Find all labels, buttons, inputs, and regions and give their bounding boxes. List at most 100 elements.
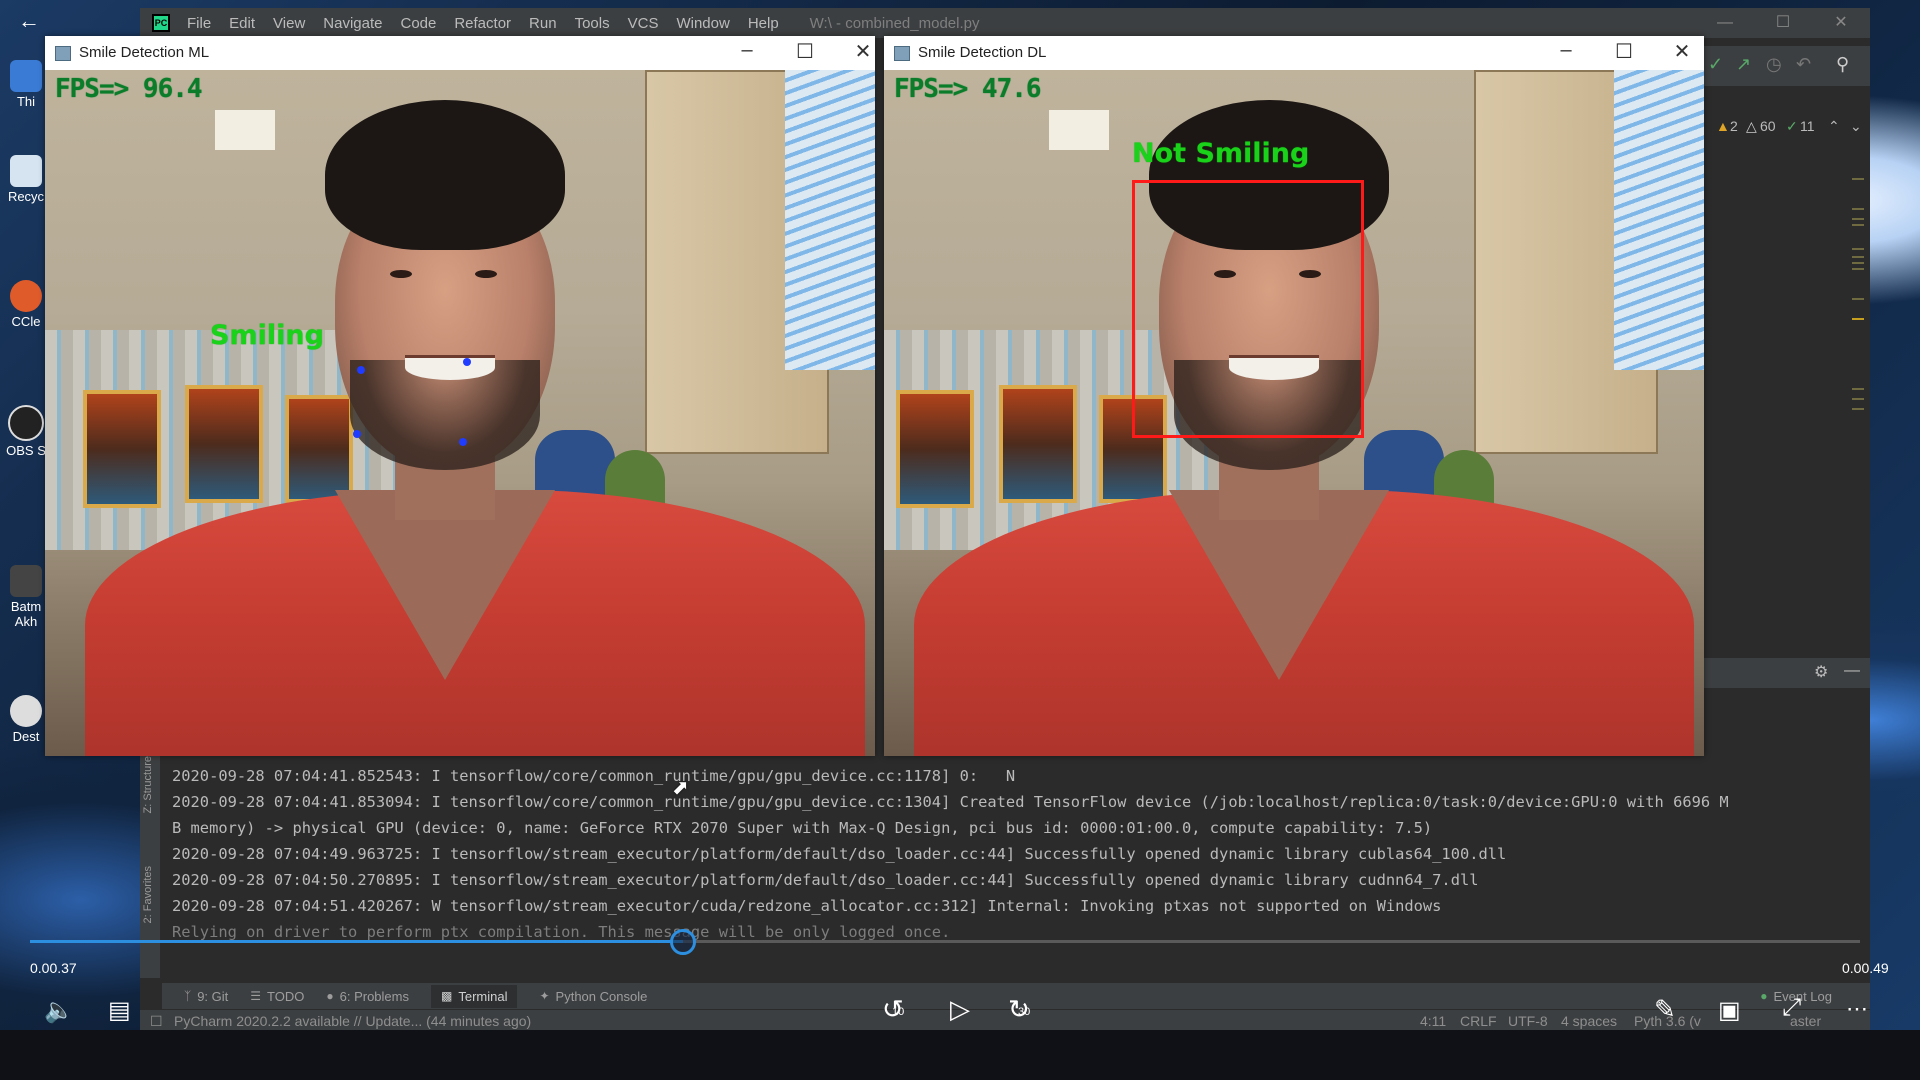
inspection-widget[interactable]: ▲ 2 △ 60 ✓ 11 ⌃ ⌄ xyxy=(1700,118,1870,140)
tab-label: TODO xyxy=(267,988,305,1004)
window-title: Smile Detection DL xyxy=(918,44,1047,61)
desktop-icon-label: Batm Akh xyxy=(10,599,42,629)
pycharm-logo-icon: PC xyxy=(152,14,170,32)
status-checkbox-icon[interactable]: ☐ xyxy=(150,1013,163,1030)
editor-error-stripe[interactable] xyxy=(1852,148,1864,618)
typo-count: 11 xyxy=(1800,118,1815,134)
menu-tools[interactable]: Tools xyxy=(566,15,619,32)
tab-label: Terminal xyxy=(458,988,508,1004)
favorites-tab[interactable]: 2: Favorites xyxy=(142,866,154,923)
update-message[interactable]: PyCharm 2020.2.2 available // Update... … xyxy=(174,1013,531,1029)
console-line: 2020-09-28 07:04:41.852543: I tensorflow… xyxy=(172,767,1016,785)
gear-icon[interactable]: ⚙ xyxy=(1814,662,1828,682)
chevron-up-icon[interactable]: ⌃ xyxy=(1828,118,1840,135)
tab-label: Python Console xyxy=(555,988,648,1004)
close-icon[interactable]: ✕ xyxy=(1662,39,1702,64)
eye xyxy=(390,270,412,278)
maximize-icon[interactable]: ☐ xyxy=(1754,8,1812,38)
menu-view[interactable]: View xyxy=(264,15,314,32)
smile-label: Smiling xyxy=(210,320,324,351)
left-tool-strip: Z: Structure 2: Favorites xyxy=(140,748,160,978)
eye xyxy=(475,270,497,278)
smile-mouth xyxy=(405,355,495,380)
chevron-down-icon[interactable]: ⌄ xyxy=(1850,118,1862,135)
indent-setting[interactable]: 4 spaces xyxy=(1561,1013,1617,1029)
exit-fullscreen-icon[interactable]: ⤢ xyxy=(1782,994,1801,1022)
tab-git[interactable]: ᛉ 9: Git xyxy=(184,989,228,1004)
window-app-icon xyxy=(894,46,910,61)
line-separator[interactable]: CRLF xyxy=(1460,1013,1497,1029)
window-title-path: W:\ - combined_model.py xyxy=(809,14,980,32)
menu-refactor[interactable]: Refactor xyxy=(445,15,520,32)
menu-navigate[interactable]: Navigate xyxy=(314,15,391,32)
mini-view-icon[interactable]: ▣ xyxy=(1718,996,1741,1025)
hair xyxy=(325,100,565,250)
search-icon[interactable]: ⚲ xyxy=(1836,54,1849,75)
desktop-icon-recycle-bin[interactable]: Recyc xyxy=(4,155,48,204)
back-arrow-icon[interactable]: ← xyxy=(18,8,40,34)
webcam-frame: FPS=> 96.4 Smiling xyxy=(45,70,875,756)
status-bar: ☐ PyCharm 2020.2.2 available // Update..… xyxy=(140,1010,1870,1032)
problems-icon: ● xyxy=(326,989,334,1003)
close-icon[interactable]: ✕ xyxy=(843,39,883,64)
menu-code[interactable]: Code xyxy=(391,15,445,32)
tab-terminal[interactable]: ▩ Terminal xyxy=(431,984,518,1008)
wall-picture xyxy=(185,385,263,503)
menu-edit[interactable]: Edit xyxy=(220,15,264,32)
python-icon: ✦ xyxy=(539,989,550,1003)
desktop-icon-dest[interactable]: Dest xyxy=(4,695,48,744)
menu-window[interactable]: Window xyxy=(667,15,738,32)
tab-python-console[interactable]: ✦ Python Console xyxy=(539,989,647,1004)
wall-picture xyxy=(896,390,974,508)
subtitles-icon[interactable]: ▤ xyxy=(108,996,131,1025)
structure-tab[interactable]: Z: Structure xyxy=(142,756,154,813)
vcs-push-icon[interactable]: ↗ xyxy=(1736,54,1751,75)
terminal-icon: ▩ xyxy=(441,989,453,1003)
menu-help[interactable]: Help xyxy=(739,15,788,32)
caret-position[interactable]: 4:11 xyxy=(1420,1013,1446,1029)
desktop-icon-batman[interactable]: Batm Akh xyxy=(4,565,48,629)
desktop-icon-label: Thi xyxy=(16,94,36,109)
ceiling-light xyxy=(1049,110,1109,150)
menu-vcs[interactable]: VCS xyxy=(619,15,668,32)
minimize-icon[interactable]: – xyxy=(727,39,767,62)
pen-icon[interactable]: ✎ xyxy=(1654,994,1676,1025)
file-encoding[interactable]: UTF-8 xyxy=(1508,1013,1548,1029)
minimize-icon[interactable]: – xyxy=(1546,39,1586,62)
current-time: 0.00.37 xyxy=(30,960,77,976)
vcs-commit-icon[interactable]: ✓ xyxy=(1708,54,1723,75)
window-titlebar[interactable]: Smile Detection DL – ☐ ✕ xyxy=(884,36,1704,70)
menu-run[interactable]: Run xyxy=(520,15,566,32)
total-time: 0.00.49 xyxy=(1842,960,1889,976)
play-icon[interactable]: ▷ xyxy=(950,994,970,1025)
rollback-icon[interactable]: ↶ xyxy=(1796,54,1811,75)
editor-area[interactable] xyxy=(1700,143,1870,643)
volume-icon[interactable]: 🔈 xyxy=(44,996,74,1025)
menu-file[interactable]: File xyxy=(178,15,220,32)
window-blinds xyxy=(785,70,875,370)
more-options-icon[interactable]: ⋯ xyxy=(1846,996,1868,1022)
ceiling-light xyxy=(215,110,275,150)
console-line: B memory) -> physical GPU (device: 0, na… xyxy=(172,819,1433,837)
skip-back-label: 10 xyxy=(892,1006,905,1018)
minimize-icon[interactable]: — xyxy=(1696,8,1754,38)
landmark-point xyxy=(463,358,471,366)
video-progress-bar[interactable] xyxy=(30,929,1860,955)
desktop-icon-this-pc[interactable]: Thi xyxy=(4,60,48,109)
list-icon: ☰ xyxy=(250,989,262,1003)
weak-warning-count: 60 xyxy=(1760,118,1776,134)
window-blinds xyxy=(1614,70,1704,370)
tab-problems[interactable]: ● 6: Problems xyxy=(326,989,409,1004)
tab-label: 6: Problems xyxy=(339,988,409,1004)
desktop-icon-obs[interactable]: OBS S xyxy=(4,405,48,458)
maximize-icon[interactable]: ☐ xyxy=(1604,39,1644,64)
hide-panel-icon[interactable]: — xyxy=(1844,662,1860,680)
close-icon[interactable]: ✕ xyxy=(1812,8,1870,38)
window-titlebar[interactable]: Smile Detection ML – ☐ ✕ xyxy=(45,36,875,70)
window-title: Smile Detection ML xyxy=(79,44,210,61)
tab-todo[interactable]: ☰ TODO xyxy=(250,989,304,1004)
desktop-icon-label: OBS S xyxy=(6,443,46,458)
desktop-icon-ccleaner[interactable]: CCle xyxy=(4,280,48,329)
history-icon[interactable]: ◷ xyxy=(1766,54,1782,75)
maximize-icon[interactable]: ☐ xyxy=(785,39,825,64)
